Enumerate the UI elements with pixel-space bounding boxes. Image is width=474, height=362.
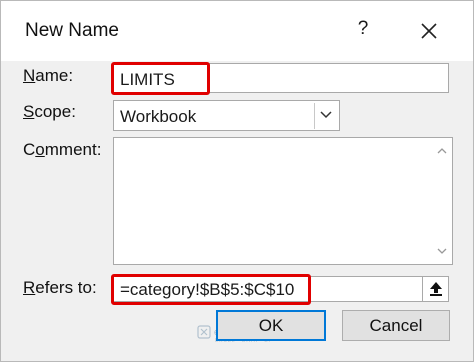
scope-dropdown[interactable]: Workbook	[113, 100, 340, 131]
dialog-title: New Name	[25, 20, 119, 41]
comment-textarea[interactable]	[113, 137, 453, 265]
refers-to-label: Refers to:	[23, 278, 97, 297]
ok-button[interactable]: OK	[216, 310, 326, 341]
scroll-up-icon[interactable]	[436, 146, 448, 156]
scope-dropdown-value: Workbook	[120, 107, 197, 126]
scope-dropdown-arrow[interactable]	[314, 103, 337, 129]
scroll-down-icon[interactable]	[436, 246, 448, 256]
close-icon	[421, 23, 437, 39]
cancel-button[interactable]: Cancel	[342, 310, 450, 341]
refers-to-input[interactable]: =category!$B$5:$C$10	[113, 276, 423, 302]
scope-label: Scope:	[23, 102, 76, 121]
exceldemy-logo-icon	[197, 325, 211, 339]
help-button[interactable]: ?	[353, 18, 373, 44]
close-button[interactable]	[415, 17, 443, 45]
name-label: Name:	[23, 66, 74, 85]
comment-label: Comment:	[23, 140, 102, 159]
name-input-value: LIMITS	[120, 70, 175, 89]
title-bar: New Name ?	[1, 1, 473, 61]
upload-arrow-icon	[429, 282, 442, 296]
refers-to-input-value: =category!$B$5:$C$10	[120, 280, 295, 299]
new-name-dialog: New Name ? Name: LIMITS Scope: Workbook …	[0, 0, 474, 362]
chevron-down-icon	[320, 111, 332, 119]
name-input[interactable]: LIMITS	[113, 63, 449, 93]
collapse-dialog-button[interactable]	[422, 276, 449, 302]
